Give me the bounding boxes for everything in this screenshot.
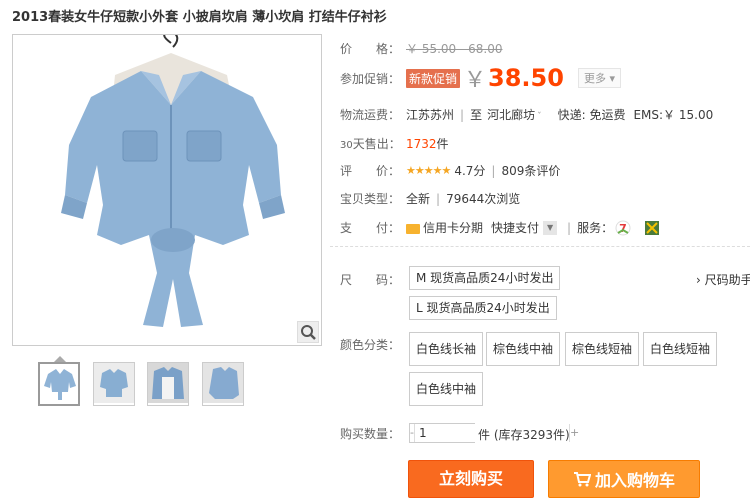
thumbnail-image (148, 363, 188, 403)
quantity-stepper: - + (409, 423, 579, 443)
rating-row: 评 价： ★★★★★ 4.7分 | 809条评价 (340, 162, 560, 179)
shipping-destination-select[interactable]: 河北廊坊 ˇ (487, 106, 542, 123)
price-row: 价 格： ￥ 55.00 - 68.00 (340, 40, 502, 57)
section-divider (330, 246, 750, 247)
zoom-icon[interactable] (297, 321, 319, 343)
chevron-down-icon[interactable]: ▼ (543, 220, 558, 235)
item-views: 79644次浏览 (446, 192, 521, 206)
divider-icon: | (491, 163, 496, 178)
rating-label: 评 价： (340, 164, 401, 178)
stock-info: 件 (库存3293件) (478, 428, 570, 442)
promo-badge: 新款促销 (406, 68, 461, 88)
shipping-from: 江苏苏州 (406, 108, 455, 122)
seven-day-return-icon[interactable]: 7 (615, 220, 631, 236)
sales-count: 1732 (406, 136, 437, 151)
thumbnail-4[interactable] (202, 362, 244, 406)
sales-label: 天售出： (352, 137, 401, 151)
express-fee: 快递: 免运费 (557, 108, 626, 122)
payment-installment[interactable]: 信用卡分期 (423, 219, 483, 236)
product-title: 2013春装女牛仔短款小外套 小披肩坎肩 薄小坎肩 打结牛仔衬衫 (12, 10, 387, 25)
shipping-destination: 河北廊坊 (487, 108, 536, 122)
sales-label-prefix: 30 (340, 140, 353, 151)
thumbnail-image (203, 363, 243, 403)
size-option-m[interactable]: M 现货高品质24小时发出 (409, 266, 561, 290)
promo-row: 参加促销： 新款促销 ￥ 38.50 更多 ▾ (340, 62, 621, 94)
divider-icon: | (460, 107, 465, 122)
color-label: 颜色分类： (340, 338, 401, 352)
reviews-link[interactable]: 809条评价 (501, 162, 560, 179)
item-type-row: 宝贝类型： 全新 | 79644次浏览 (340, 190, 520, 207)
add-to-cart-label: 加入购物车 (594, 471, 675, 490)
color-option[interactable]: 白色线长袖 (409, 332, 484, 366)
credit-card-icon (406, 223, 420, 234)
size-option-l[interactable]: L 现货高品质24小时发出 (409, 296, 557, 320)
thumbnail-2[interactable] (93, 362, 135, 406)
shipping-row: 物流运费： 江苏苏州 | 至 河北廊坊 ˇ 快递: 免运费 EMS:￥ 15.00 (340, 106, 713, 123)
shipping-label: 物流运费： (340, 108, 401, 122)
sales-row: 30天售出： 1732 件 (340, 135, 449, 152)
thumbnail-image (44, 369, 76, 400)
size-guide-link[interactable]: › 尺码助手 (696, 271, 750, 288)
original-price: ￥ 55.00 - 68.00 (406, 42, 503, 56)
size-label: 尺 码： (340, 273, 401, 287)
color-option[interactable]: 白色线中袖 (409, 372, 484, 406)
color-option[interactable]: 棕色线中袖 (486, 332, 561, 366)
shipping-to-label: 至 (470, 108, 483, 122)
rating-stars-icon: ★★★★★ (406, 164, 451, 177)
sales-label-wrap: 30天售出： (340, 135, 406, 152)
color-option[interactable]: 棕色线短袖 (565, 332, 640, 366)
currency-symbol: ￥ (464, 68, 487, 93)
service-label: 服务： (577, 221, 614, 235)
denim-shirt-image (61, 35, 285, 327)
add-to-cart-button[interactable]: 加入购物车 (548, 460, 700, 498)
buy-now-button[interactable]: 立刻购买 (408, 460, 534, 498)
guarantee-icon[interactable] (645, 220, 660, 235)
chevron-down-icon: ˇ (537, 112, 542, 122)
promo-price: 38.50 (488, 64, 564, 92)
main-product-image[interactable] (12, 34, 322, 346)
divider-icon: | (567, 220, 572, 235)
payment-row: 支 付： 信用卡分期 快捷支付 ▼ | 服务： 7 (340, 219, 660, 236)
ems-fee: EMS:￥ 15.00 (633, 108, 714, 122)
thumbnail-1[interactable] (38, 362, 80, 406)
thumbnail-3[interactable] (147, 362, 189, 406)
item-type-label: 宝贝类型： (340, 192, 401, 206)
item-condition: 全新 (406, 192, 431, 206)
quantity-label: 购买数量： (340, 427, 401, 441)
quantity-increase-button[interactable]: + (570, 424, 579, 442)
rating-score: 4.7分 (454, 164, 486, 178)
payment-quick[interactable]: 快捷支付 (491, 219, 539, 236)
thumbnail-image (94, 363, 134, 403)
cart-icon (573, 472, 591, 487)
color-option[interactable]: 白色线短袖 (643, 332, 718, 366)
promo-label: 参加促销： (340, 71, 401, 86)
price-label: 价 格： (340, 42, 401, 56)
divider-icon: | (436, 191, 441, 206)
sales-unit: 件 (436, 137, 449, 151)
svg-text:7: 7 (619, 222, 627, 235)
payment-label: 支 付： (340, 221, 401, 235)
more-promotions-button[interactable]: 更多 ▾ (577, 68, 621, 88)
